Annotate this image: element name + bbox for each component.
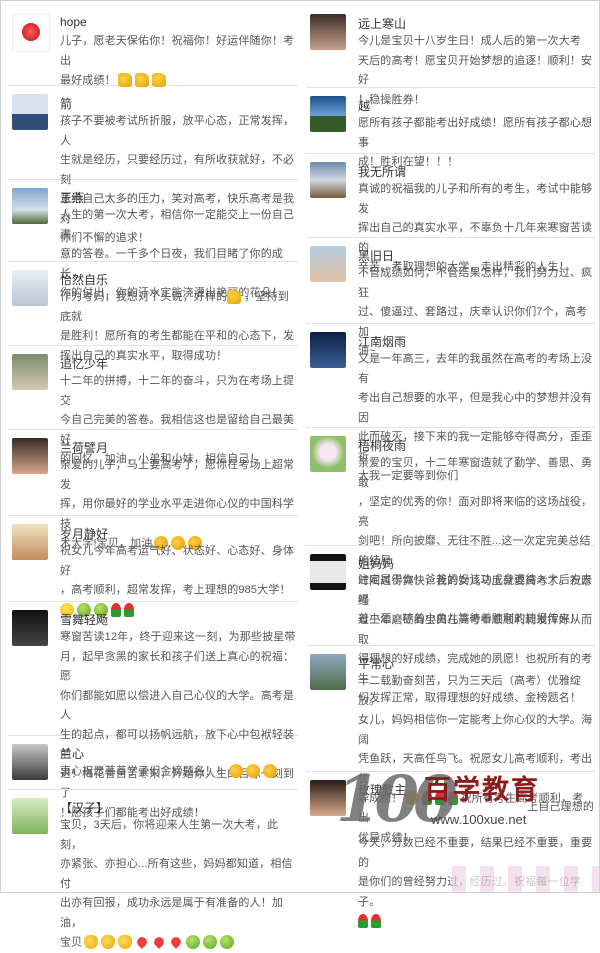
thumbs-up-icon: [151, 73, 166, 88]
avatar[interactable]: [12, 744, 48, 780]
commenter-name[interactable]: 追忆少年: [60, 355, 108, 372]
comment-post: 箭 孩子不要被考试所折服，放平心态，正常发挥，人 生就是经历，只要经历过，有所收…: [8, 86, 298, 244]
avatar[interactable]: [310, 162, 346, 198]
comment-post: 岁月静好 祝女儿今年高考运气好、状态好、心态好、身体好 ，高考顺利，超常发挥，考…: [8, 516, 298, 617]
avatar[interactable]: [12, 610, 48, 646]
commenter-name[interactable]: 远上寒山: [358, 15, 406, 32]
avatar[interactable]: [310, 554, 346, 590]
commenter-name[interactable]: 岁月静好: [60, 525, 108, 542]
comment-post: 【汉子】 宝贝，3天后，你将迎来人生第一次大考，此刻， 亦紧张、亦担心...所有…: [8, 790, 298, 950]
emoji-group: [358, 912, 384, 932]
commenter-name[interactable]: 我无所谓: [358, 163, 406, 180]
heart-icon: [169, 935, 184, 950]
comment-post: hope 儿子，愿老天保佑你！祝福你！好运伴随你！考出 最好成绩！: [8, 6, 298, 88]
thumbs-up-icon: [134, 73, 149, 88]
avatar[interactable]: [310, 654, 346, 690]
commenter-name[interactable]: 兰心: [60, 745, 84, 762]
comment-post: 江南烟雨 又是一年高三，去年的我虽然在高考的考场上没有 考出自己想要的水平，但是…: [306, 324, 596, 482]
commenter-name[interactable]: 越: [358, 97, 370, 114]
avatar[interactable]: [12, 438, 48, 474]
comment-post: 我无所谓 真诚的祝福我的儿子和所有的考生，考试中能够发 挥出自己的真实水平，不辜…: [306, 154, 596, 273]
comment-post: 平常心 十二载勤奋刻苦，只为三天后（高考）优雅绽放。 女儿，妈妈相信你一定能考上…: [306, 646, 596, 844]
avatar[interactable]: [310, 14, 346, 50]
avatar[interactable]: [310, 96, 346, 132]
avatar[interactable]: [12, 798, 48, 834]
comment-post: 姐妈妈 时间过得真快，我的女儿马上就要高考了。祝愿经 过三年磨砺的宝贝在高考中顺…: [306, 546, 596, 704]
thumbs-up-icon: [227, 290, 242, 305]
logo-brand-name: 百学教育: [424, 775, 540, 805]
emoji-group: [229, 762, 280, 782]
comment-post: 越 愿所有孩子都能考出好成绩！愿所有孩子都心想事 成！胜利在望！！！: [306, 88, 596, 168]
logo-url: www.100xue.net: [431, 812, 527, 827]
cheer-icon: [203, 935, 218, 950]
comment-post: 兰心 衷心祝愿莘莘学子们金榜题名！！: [8, 736, 298, 790]
watermark-logo: 100 百学教育 www.100xue.net: [336, 760, 538, 848]
corner-stripes: [452, 866, 599, 892]
commenter-name[interactable]: 【汉子】: [60, 799, 108, 816]
avatar[interactable]: [12, 524, 48, 560]
commenter-name[interactable]: 黑旧日_: [358, 247, 401, 264]
red-rose-icon: [22, 23, 40, 41]
fist-icon: [229, 764, 244, 779]
avatar[interactable]: [12, 14, 50, 52]
comment-post: 黑旧日_ 不管成绩如何，不管结果怎样，我们努力过、疯狂 过、傻逼过、套路过，庆幸…: [306, 238, 596, 357]
comment-post: 梧桐夜雨 亲爱的宝贝，十二年寒窗造就了勤学、善思、勇敢 ，坚定的优秀的你！面对即…: [306, 428, 596, 625]
cheer-icon: [220, 935, 235, 950]
avatar[interactable]: [12, 188, 48, 224]
thumbs-up-icon: [117, 73, 132, 88]
commenter-name[interactable]: 兰荷譬月: [60, 439, 108, 456]
avatar[interactable]: [310, 436, 346, 472]
fist-icon: [246, 764, 261, 779]
avatar[interactable]: [310, 332, 346, 368]
commenter-name[interactable]: 王燕: [60, 189, 84, 206]
victory-hand-icon: [101, 935, 116, 950]
comment-post: 追忆少年 十二年的拼搏，十二年的奋斗，只为在考场上提交 今自己完美的答卷。我相信…: [8, 346, 298, 465]
commenter-name[interactable]: 雪舞轻飏: [60, 611, 108, 628]
emoji-group: [84, 933, 237, 953]
fist-icon: [263, 764, 278, 779]
rose-icon: [358, 914, 368, 929]
cheer-icon: [186, 935, 201, 950]
comment-text: 衷心祝愿莘莘学子们金榜题名！！: [60, 762, 296, 782]
commenter-name[interactable]: 梧桐夜雨: [358, 437, 406, 454]
avatar[interactable]: [12, 270, 48, 306]
heart-icon: [152, 935, 167, 950]
commenter-name[interactable]: 箭: [60, 95, 72, 112]
victory-hand-icon: [84, 935, 99, 950]
avatar[interactable]: [310, 246, 346, 282]
commenter-name[interactable]: 江南烟雨: [358, 333, 406, 350]
comment-post: 王燕 人生的第一次大考，相信你一定能交上一份自己满 意的答卷。一千多个日夜，我们…: [8, 180, 298, 299]
commenter-name[interactable]: hope: [60, 15, 87, 29]
commenter-name[interactable]: 姐妈妈: [358, 555, 394, 572]
avatar[interactable]: [12, 354, 48, 390]
comment-post: 雪舞轻飏 寒窗苦读12年，终于迎来这一刻，为那些披星带 月，起早贪黑的家长和孩子…: [8, 602, 298, 819]
comment-post: 兰荷譬月 亲爱的儿子，马上要高考了，愿你在考场上超常发 挥，用你最好的学业水平走…: [8, 430, 298, 551]
commenter-name[interactable]: 平常心: [358, 655, 394, 672]
avatar[interactable]: [12, 94, 48, 130]
rose-icon: [371, 914, 381, 929]
heart-icon: [135, 935, 150, 950]
comment-text: 儿子，愿老天保佑你！祝福你！好运伴随你！考出 最好成绩！: [60, 32, 296, 91]
left-column: hope 儿子，愿老天保佑你！祝福你！好运伴随你！考出 最好成绩！ 箭 孩子不要…: [8, 6, 298, 950]
comment-post: 怡然自乐 作为考妈，我想对丫头说，好样的 ，坚持到底就 是胜利！愿所有的考生都能在…: [8, 262, 298, 362]
comment-post: 远上寒山 今儿是宝贝十八岁生日！成人后的第一次大考 天后的高考！愿宝贝开始梦想的…: [306, 6, 596, 106]
comment-text: 宝贝，3天后，你将迎来人生第一次大考，此刻， 亦紧张、亦担心...所有这些，妈妈…: [60, 816, 296, 953]
victory-hand-icon: [118, 935, 133, 950]
commenter-name[interactable]: 怡然自乐: [60, 271, 108, 288]
